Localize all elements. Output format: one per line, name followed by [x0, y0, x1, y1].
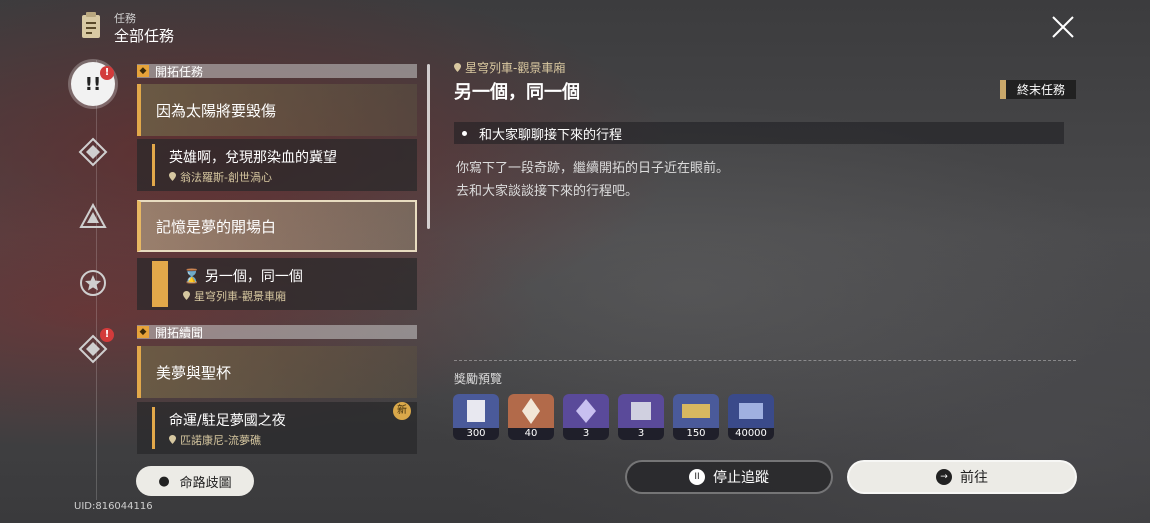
rail-tab-daily[interactable]	[76, 266, 110, 300]
location-pin-icon	[454, 63, 461, 72]
rail-tab-companion[interactable]	[76, 135, 110, 169]
sub-quest-title: 英雄啊，兌現那染血的冀望	[169, 150, 337, 166]
quest-description: 你寫下了一段奇跡，繼續開拓的日子近在眼前。 去和大家談談接下來的行程吧。	[456, 157, 729, 203]
go-label: 前往	[960, 470, 988, 486]
quest-item-selected[interactable]: 記憶是夢的開場白	[137, 200, 417, 252]
section-diamond-icon: ◆	[137, 326, 149, 338]
close-button[interactable]	[1050, 14, 1076, 40]
planet-icon: ●	[158, 473, 170, 489]
quest-type-tag: 終末任務	[1000, 80, 1076, 99]
reward-item[interactable]: 150	[673, 394, 719, 440]
accent-bar	[152, 144, 155, 186]
notification-badge: !	[100, 66, 114, 80]
reward-count: 150	[673, 428, 719, 440]
sub-quest-location: 星穹列車-觀景車廂	[183, 288, 286, 304]
sub-quest-item[interactable]: 命運/駐足夢國之夜 匹諾康尼-流夢礁 新	[137, 402, 417, 454]
quest-title: 美夢與聖杯	[156, 363, 232, 382]
bullet-icon	[462, 130, 467, 136]
location-pin-icon	[183, 291, 190, 300]
path-map-button[interactable]: ● 命路歧圖	[136, 466, 254, 496]
quest-item[interactable]: 因為太陽將要毀傷	[137, 84, 417, 136]
exp-material-icon	[453, 394, 499, 428]
reward-count: 3	[563, 428, 609, 440]
sub-quest-title: ⌛ 另一個，同一個	[183, 269, 303, 285]
reward-item[interactable]: 40	[508, 394, 554, 440]
section-header-trailblaze: ◆ 開拓任務	[137, 64, 417, 79]
section-header-continuance: ◆ 開拓續聞	[137, 325, 417, 340]
reward-count: 300	[453, 428, 499, 440]
hourglass-icon: ⌛	[183, 269, 201, 285]
notification-badge: !	[100, 328, 114, 342]
divider	[454, 360, 1076, 361]
reward-item[interactable]: 300	[453, 394, 499, 440]
refined-aether-icon	[618, 394, 664, 428]
quest-title: 記憶是夢的開場白	[156, 217, 277, 236]
pause-icon: II	[689, 469, 705, 485]
header-category: 任務	[114, 12, 136, 25]
location-pin-icon	[169, 172, 176, 181]
description-line: 你寫下了一段奇跡，繼續開拓的日子近在眼前。	[456, 161, 730, 176]
objective-text: 和大家聊聊接下來的行程	[479, 127, 623, 143]
companion-mission-icon	[78, 137, 108, 167]
stellar-jade-icon	[508, 394, 554, 428]
reward-count: 3	[618, 428, 664, 440]
list-scrollbar[interactable]	[427, 64, 430, 229]
quest-title: 因為太陽將要毀傷	[156, 101, 277, 120]
new-badge: 新	[393, 402, 411, 420]
stop-tracking-label: 停止追蹤	[713, 470, 769, 486]
sub-quest-location: 匹諾康尼-流夢礁	[169, 432, 261, 448]
reward-item[interactable]: 3	[563, 394, 609, 440]
stop-tracking-button[interactable]: II 停止追蹤	[625, 460, 833, 494]
quest-objective: 和大家聊聊接下來的行程	[454, 122, 1064, 144]
reward-count: 40	[508, 428, 554, 440]
sub-quest-location: 翁法羅斯-創世渦心	[169, 169, 272, 185]
section-label: 開拓任務	[155, 64, 204, 79]
credit-icon	[728, 394, 774, 428]
reward-count: 40000	[728, 428, 774, 440]
rail-tab-adventure[interactable]	[76, 200, 110, 234]
location-pin-icon	[169, 435, 176, 444]
adventure-mission-icon	[79, 202, 107, 228]
arrow-right-icon: →	[936, 469, 952, 485]
quest-item[interactable]: 美夢與聖杯	[137, 346, 417, 398]
quest-detail-title: 另一個，同一個	[454, 82, 580, 103]
trailblaze-mission-icon: !!	[84, 73, 102, 95]
description-line: 去和大家談談接下來的行程吧。	[456, 184, 639, 199]
sub-quest-item[interactable]: 英雄啊，兌現那染血的冀望 翁法羅斯-創世渦心	[137, 139, 417, 191]
tracking-marker	[152, 261, 168, 307]
lightcone-exp-icon	[563, 394, 609, 428]
reward-item[interactable]: 40000	[728, 394, 774, 440]
mission-book-icon	[80, 12, 102, 40]
section-diamond-icon: ◆	[137, 65, 149, 77]
sub-quest-title: 命運/駐足夢國之夜	[169, 413, 286, 429]
credit-ticket-icon	[673, 394, 719, 428]
quest-location: 星穹列車-觀景車廂	[454, 59, 565, 76]
page-title: 全部任務	[114, 27, 175, 45]
close-icon	[1052, 16, 1074, 38]
section-label: 開拓續聞	[155, 325, 204, 340]
accent-bar	[152, 407, 155, 449]
reward-preview-label: 獎勵預覽	[454, 372, 503, 386]
sub-quest-item-tracking[interactable]: ⌛ 另一個，同一個 星穹列車-觀景車廂	[137, 258, 417, 310]
daily-mission-icon	[80, 270, 106, 296]
go-button[interactable]: → 前往	[847, 460, 1077, 494]
uid-label: UID:816044116	[74, 501, 153, 512]
reward-item[interactable]: 3	[618, 394, 664, 440]
path-map-label: 命路歧圖	[179, 475, 232, 491]
